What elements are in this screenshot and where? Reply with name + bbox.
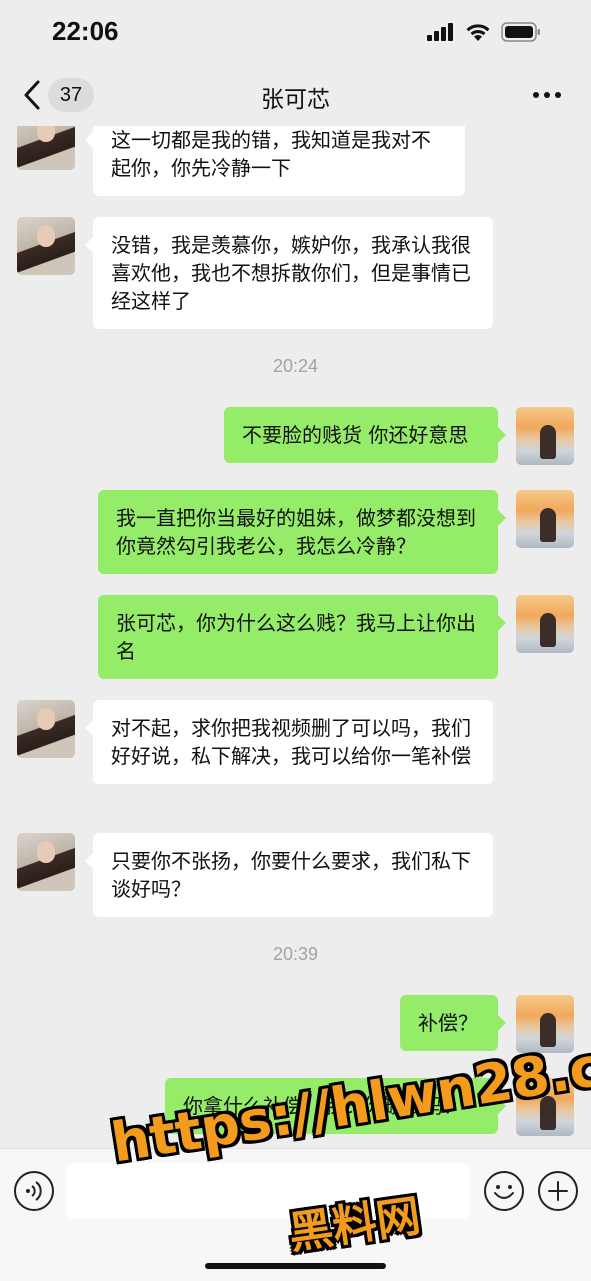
contact-avatar[interactable] [17,126,75,170]
message-bubble-outgoing[interactable]: 不要脸的贱货 你还好意思 [224,407,506,463]
signal-icon [427,23,453,41]
message-bubble-incoming[interactable]: 这一切都是我的错，我知道是我对不起你，你先冷静一下 [85,126,465,196]
my-avatar[interactable] [516,995,574,1053]
emoji-icon[interactable] [484,1171,524,1211]
chat-title: 张可芯 [261,87,330,113]
my-avatar[interactable] [516,490,574,548]
plus-icon[interactable] [538,1171,578,1211]
contact-avatar[interactable] [17,833,75,891]
my-avatar[interactable] [516,1078,574,1136]
wifi-icon [466,23,490,41]
home-indicator[interactable] [205,1263,386,1269]
my-avatar[interactable] [516,595,574,653]
message-bubble-incoming[interactable]: 没错，我是羡慕你，嫉妒你，我承认我很喜欢他，我也不想拆散你们，但是事情已经这样了 [85,217,493,329]
message-bubble-incoming[interactable]: 只要你不张扬，你要什么要求，我们私下谈好吗？ [85,833,493,917]
message-bubble-outgoing[interactable]: 补偿？ [400,995,506,1051]
input-bar [0,1148,591,1281]
message-timestamp: 20:39 [272,944,319,964]
more-dots-icon[interactable] [533,92,561,98]
message-timestamp: 20:24 [272,356,319,376]
voice-icon[interactable] [14,1171,54,1211]
status-time: 22:06 [52,16,119,46]
battery-icon [501,22,540,42]
chat-header: 37 张可芯 [0,64,591,126]
my-avatar[interactable] [516,407,574,465]
message-input[interactable] [66,1163,470,1219]
message-bubble-outgoing[interactable]: 我一直把你当最好的姐妹，做梦都没想到你竟然勾引我老公，我怎么冷静？ [98,490,506,574]
contact-avatar[interactable] [17,700,75,758]
chat-messages[interactable]: 这一切都是我的错，我知道是我对不起你，你先冷静一下 没错，我是羡慕你，嫉妒你，我… [0,126,591,1148]
status-bar: 22:06 [0,0,591,64]
message-bubble-outgoing[interactable]: 张可芯，你为什么这么贱？我马上让你出名 [98,595,506,679]
message-bubble-incoming[interactable]: 对不起，求你把我视频删了可以吗，我们好好说，私下解决，我可以给你一笔补偿 [85,700,493,784]
status-icons [427,22,541,42]
message-bubble-outgoing[interactable]: 你拿什么补偿，我比你缺钱吗？ [165,1078,506,1134]
contact-avatar[interactable] [17,217,75,275]
